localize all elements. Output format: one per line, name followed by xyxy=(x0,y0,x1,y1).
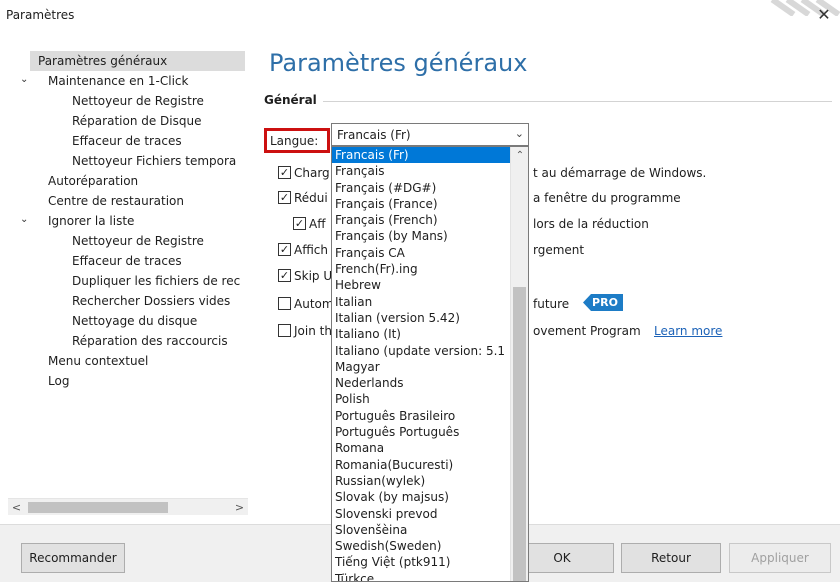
language-option[interactable]: Italiano (update version: 5.1 xyxy=(332,343,510,359)
scrollbar-thumb[interactable] xyxy=(28,502,168,513)
language-option[interactable]: Français (French) xyxy=(332,212,510,228)
sidebar-item[interactable]: Nettoyeur de Registre xyxy=(72,231,204,251)
option-checkbox[interactable]: ✓ xyxy=(278,243,291,256)
sidebar-item[interactable]: Rechercher Dossiers vides xyxy=(72,291,230,311)
language-option[interactable]: Tiếng Việt (ptk911) xyxy=(332,554,510,570)
language-option[interactable]: Português Português xyxy=(332,424,510,440)
sidebar-item[interactable]: Ignorer la liste xyxy=(48,211,134,231)
option-checkbox[interactable] xyxy=(278,324,291,337)
language-option[interactable]: Français xyxy=(332,163,510,179)
language-select[interactable]: Francais (Fr) ⌄ xyxy=(331,123,529,146)
option-label-start: Join th xyxy=(294,324,332,338)
option-checkbox[interactable]: ✓ xyxy=(278,269,291,282)
language-option[interactable]: Hebrew xyxy=(332,277,510,293)
language-option[interactable]: Français (#DG#) xyxy=(332,180,510,196)
option-checkbox[interactable]: ✓ xyxy=(278,166,291,179)
option-label-end: future xyxy=(533,297,570,311)
sidebar-item[interactable]: Paramètres généraux xyxy=(30,51,245,71)
language-option[interactable]: Italian (version 5.42) xyxy=(332,310,510,326)
language-option[interactable]: Français (France) xyxy=(332,196,510,212)
sidebar-item[interactable]: Effaceur de traces xyxy=(72,131,182,151)
chevron-down-icon[interactable]: ⌄ xyxy=(20,214,28,225)
dropdown-scroll-thumb[interactable] xyxy=(513,287,526,581)
language-option[interactable]: Nederlands xyxy=(332,375,510,391)
option-label-start: Charg xyxy=(294,166,330,180)
language-option[interactable]: Slovak (by majsus) xyxy=(332,489,510,505)
sidebar-item[interactable]: Effaceur de traces xyxy=(72,251,182,271)
option-checkbox[interactable]: ✓ xyxy=(278,191,291,204)
option-label-start: Skip U xyxy=(294,269,333,283)
sidebar-item[interactable]: Dupliquer les fichiers de rec xyxy=(72,271,240,291)
chevron-up-icon[interactable]: ⌃ xyxy=(511,147,528,164)
option-label-end: ovement Program xyxy=(533,324,641,338)
option-label-start: Rédui xyxy=(294,191,328,205)
sidebar-item[interactable]: Log xyxy=(48,371,69,391)
dropdown-scrollbar[interactable]: ⌃ xyxy=(510,147,528,581)
sidebar-item[interactable]: Menu contextuel xyxy=(48,351,148,371)
back-button[interactable]: Retour xyxy=(621,543,721,573)
page-title: Paramètres généraux xyxy=(269,49,528,77)
language-option[interactable]: Português Brasileiro xyxy=(332,408,510,424)
language-option[interactable]: Polish xyxy=(332,391,510,407)
sidebar-item[interactable]: Réparation de Disque xyxy=(72,111,202,131)
langue-label: Langue: xyxy=(270,134,319,148)
sidebar-item[interactable]: Nettoyeur de Registre xyxy=(72,91,204,111)
option-label-end: rgement xyxy=(533,243,585,257)
group-divider xyxy=(264,101,832,102)
close-icon[interactable]: ✕ xyxy=(808,3,840,27)
sidebar-horizontal-scrollbar[interactable]: < > xyxy=(8,498,248,515)
group-label: Général xyxy=(264,93,323,107)
language-option[interactable]: Italian xyxy=(332,294,510,310)
language-option[interactable]: Français (by Mans) xyxy=(332,228,510,244)
language-option[interactable]: Türkçe xyxy=(332,571,510,581)
sidebar-item[interactable]: Autoréparation xyxy=(48,171,138,191)
language-option[interactable]: Romana xyxy=(332,440,510,456)
title-bar: Paramètres ✕ xyxy=(0,0,840,30)
apply-button[interactable]: Appliquer xyxy=(729,543,831,573)
option-label-end: lors de la réduction xyxy=(533,217,649,231)
language-select-value: Francais (Fr) xyxy=(337,128,411,142)
sidebar-item[interactable]: Réparation des raccourcis xyxy=(72,331,228,351)
language-option[interactable]: Magyar xyxy=(332,359,510,375)
chevron-down-icon[interactable]: ⌄ xyxy=(20,74,28,85)
sidebar-item[interactable]: Maintenance en 1-Click xyxy=(48,71,188,91)
language-option[interactable]: Swedish(Sweden) xyxy=(332,538,510,554)
language-dropdown-list[interactable]: Francais (Fr) Français Français (#DG#) Fran… xyxy=(331,146,529,582)
scroll-right-icon[interactable]: > xyxy=(231,499,248,516)
sidebar: Paramètres généraux ⌄ Maintenance en 1-Cli… xyxy=(8,45,248,523)
language-options: Francais (Fr) Français Français (#DG#) Fran… xyxy=(332,147,510,581)
language-option[interactable]: Français CA xyxy=(332,245,510,261)
settings-tree: Paramètres généraux ⌄ Maintenance en 1-Cli… xyxy=(8,45,248,490)
language-option[interactable]: Romania(Bucuresti) xyxy=(332,457,510,473)
language-option[interactable]: Slovenšèina xyxy=(332,522,510,538)
option-label-start: Aff xyxy=(309,217,326,231)
option-label-end: a fenêtre du programme xyxy=(533,191,681,205)
scroll-left-icon[interactable]: < xyxy=(8,499,25,516)
recommend-button[interactable]: Recommander xyxy=(21,543,125,573)
language-option[interactable]: Francais (Fr) xyxy=(332,147,510,164)
language-option[interactable]: Slovenski prevod xyxy=(332,506,510,522)
pro-badge: PRO xyxy=(583,294,623,311)
sidebar-item[interactable]: Nettoyeur Fichiers tempora xyxy=(72,151,236,171)
language-option[interactable]: Russian(wylek) xyxy=(332,473,510,489)
option-label-end: t au démarrage de Windows. xyxy=(533,166,707,180)
window-title: Paramètres xyxy=(6,8,75,22)
language-option[interactable]: Italiano (It) xyxy=(332,326,510,342)
option-checkbox[interactable]: ✓ xyxy=(293,217,306,230)
sidebar-item[interactable]: Centre de restauration xyxy=(48,191,184,211)
option-checkbox[interactable] xyxy=(278,297,291,310)
language-option[interactable]: French(Fr).ing xyxy=(332,261,510,277)
sidebar-item[interactable]: Nettoyage du disque xyxy=(72,311,197,331)
learn-more-link[interactable]: Learn more xyxy=(654,321,722,341)
chevron-down-icon[interactable]: ⌄ xyxy=(515,127,524,140)
option-label-start: Affich xyxy=(294,243,329,257)
option-label-start: Autom xyxy=(294,297,334,311)
